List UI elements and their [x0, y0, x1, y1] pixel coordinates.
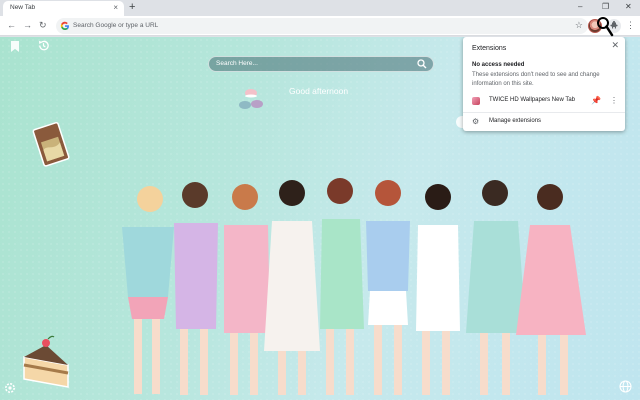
person-8 — [466, 180, 526, 395]
group-photo-wallpaper — [122, 178, 586, 395]
history-icon[interactable] — [37, 39, 50, 52]
search-placeholder: Search Here... — [216, 60, 258, 67]
new-tab-page: Search Here... Good afternoon Extensions… — [0, 37, 640, 400]
manage-extensions-label: Manage extensions — [489, 118, 542, 124]
browser-toolbar: ← → ↻ Search Google or type a URL ☆ ⋮ — [0, 16, 640, 36]
close-icon[interactable]: × — [113, 3, 118, 13]
omnibox[interactable]: Search Google or type a URL ☆ — [56, 18, 588, 34]
reload-icon[interactable]: ↻ — [39, 20, 47, 31]
person-6 — [366, 180, 410, 395]
settings-icon[interactable] — [4, 382, 16, 394]
macaron-decoration — [239, 89, 263, 109]
tab-new-tab[interactable]: New Tab × — [3, 1, 124, 16]
person-5 — [320, 178, 364, 395]
tab-strip: New Tab × + – ❐ ✕ — [0, 0, 640, 16]
person-2 — [174, 182, 218, 395]
star-icon[interactable]: ☆ — [575, 20, 583, 31]
extension-item-twice[interactable]: TWICE HD Wallpapers New Tab 📌 ⋮ — [463, 94, 625, 108]
extensions-popup-title: Extensions — [472, 45, 507, 52]
no-access-heading: No access needed — [472, 62, 525, 68]
person-1 — [122, 186, 174, 394]
extension-name: TWICE HD Wallpapers New Tab — [489, 97, 576, 103]
arrow-left-icon[interactable]: ← — [7, 20, 16, 31]
window-close-icon[interactable]: ✕ — [625, 2, 632, 12]
divider — [463, 112, 625, 113]
search-icon[interactable] — [417, 59, 427, 69]
restore-icon[interactable]: ❐ — [602, 2, 609, 12]
no-access-description: These extensions don't need to see and c… — [472, 72, 600, 87]
person-7 — [416, 184, 460, 395]
more-vertical-icon[interactable]: ⋮ — [626, 19, 635, 31]
extensions-popup: Extensions ✕ No access needed These exte… — [463, 37, 625, 131]
cake-decoration — [23, 335, 69, 388]
person-9 — [516, 184, 586, 395]
minimize-icon[interactable]: – — [578, 2, 582, 12]
pin-icon[interactable]: 📌 — [591, 95, 601, 106]
tab-title: New Tab — [10, 4, 36, 11]
google-g-icon — [60, 21, 69, 31]
more-vertical-icon[interactable]: ⋮ — [610, 95, 618, 106]
extension-logo-icon — [472, 97, 480, 105]
chocolate-decoration — [32, 121, 70, 167]
plus-icon[interactable]: + — [129, 1, 135, 14]
page-search-input[interactable]: Search Here... — [208, 56, 434, 72]
globe-icon[interactable] — [619, 380, 632, 393]
gear-icon: ⚙ — [472, 117, 480, 126]
person-3 — [224, 184, 270, 395]
magnifier-cursor-icon — [597, 17, 614, 37]
arrow-right-icon[interactable]: → — [23, 20, 32, 31]
greeting-text: Good afternoon — [289, 86, 349, 96]
close-icon[interactable]: ✕ — [611, 40, 619, 51]
omnibox-placeholder: Search Google or type a URL — [73, 22, 159, 29]
person-4 — [264, 180, 320, 395]
manage-extensions-button[interactable]: ⚙ Manage extensions — [463, 115, 625, 129]
